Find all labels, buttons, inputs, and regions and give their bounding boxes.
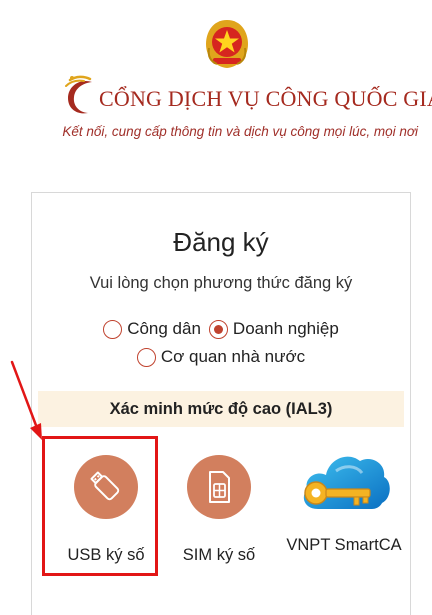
account-type-row-2: Cơ quan nhà nước — [32, 347, 410, 367]
radio-button[interactable] — [103, 319, 123, 339]
radio-button-checked[interactable] — [208, 319, 228, 339]
verification-level-label: Xác minh mức độ cao (IAL3) — [38, 391, 404, 427]
radio-label: Doanh nghiệp — [232, 319, 339, 338]
portal-title: CỔNG DỊCH VỤ CÔNG QUỐC GIA — [99, 86, 432, 111]
highlight-box — [42, 436, 158, 576]
radio-option-doanh-nghiep[interactable]: Doanh nghiệp — [208, 319, 339, 339]
radio-option-cong-dan[interactable]: Công dân — [103, 319, 201, 339]
register-title: Đăng ký — [173, 227, 269, 257]
radio-button[interactable] — [136, 347, 156, 367]
method-sim-ky-so[interactable]: SIM ký số — [159, 455, 279, 565]
method-label: VNPT SmartCA — [286, 536, 402, 554]
portal-brand: CỔNG DỊCH VỤ CÔNG QUỐC GIA — [0, 72, 432, 120]
portal-logo-icon — [65, 75, 92, 114]
method-label: SIM ký số — [182, 546, 256, 564]
national-emblem-icon — [206, 20, 248, 68]
radio-label: Công dân — [127, 319, 201, 338]
radio-option-co-quan-nha-nuoc[interactable]: Cơ quan nhà nước — [136, 347, 306, 367]
account-type-row-1: Công dân Doanh nghiệp — [32, 319, 410, 339]
portal-tagline: Kết nối, cung cấp thông tin và dịch vụ c… — [62, 124, 418, 139]
register-subtitle: Vui lòng chọn phương thức đăng ký — [89, 274, 353, 292]
method-vnpt-smartca[interactable]: VNPT SmartCA — [284, 455, 404, 555]
method-icon-circle — [187, 455, 251, 519]
vnpt-smartca-logo — [303, 456, 390, 509]
radio-label: Cơ quan nhà nước — [160, 347, 306, 366]
red-arrow-icon — [10, 360, 42, 440]
sim-card-icon — [209, 471, 230, 503]
